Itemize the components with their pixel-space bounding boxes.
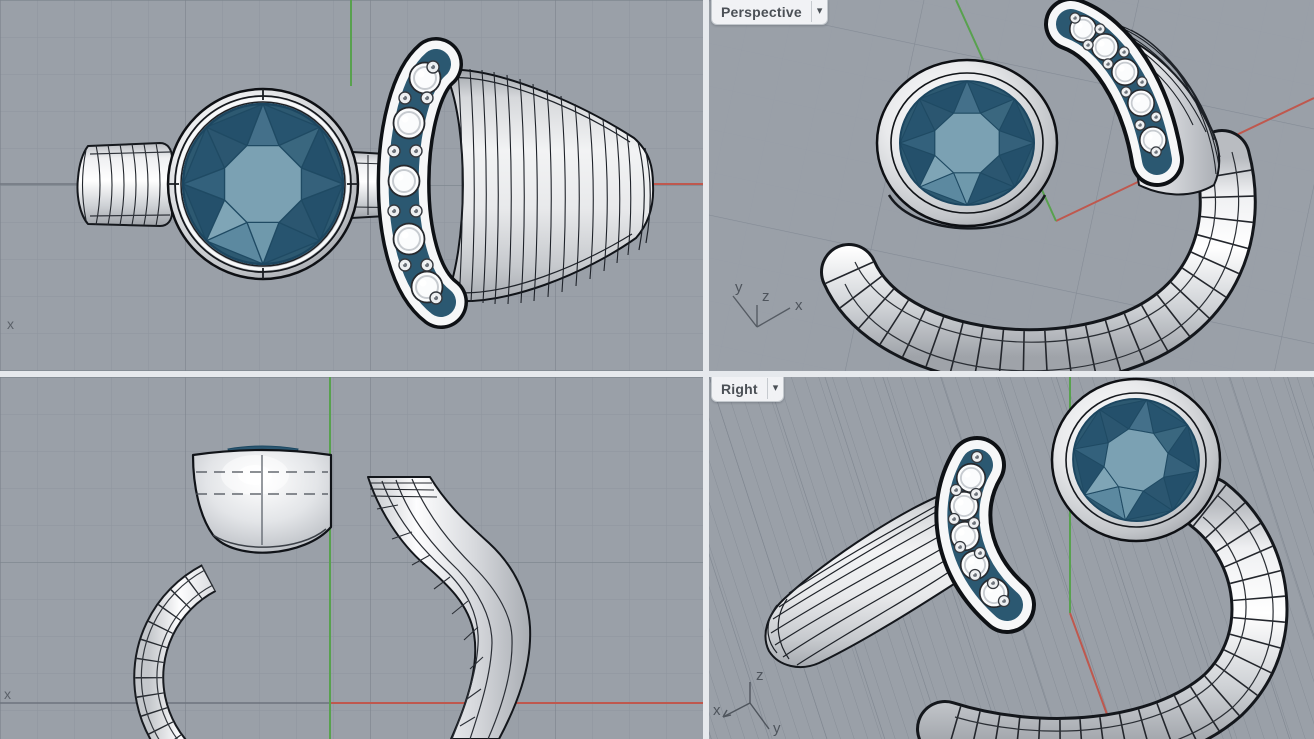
prong-bead — [1102, 58, 1114, 70]
prong-bead — [1134, 119, 1146, 131]
prong-bead — [387, 204, 401, 218]
prong-bead — [997, 594, 1011, 608]
prong-bead — [387, 144, 401, 158]
prong-bead — [398, 91, 412, 105]
gizmo-z-label: z — [762, 288, 770, 305]
grid-major — [0, 377, 703, 739]
gizmo-z-label: z — [756, 667, 764, 684]
prong-bead — [1094, 23, 1106, 35]
prong-bead — [1069, 12, 1081, 24]
prong-bead — [426, 60, 440, 74]
prong-bead — [1120, 86, 1132, 98]
gizmo-x-label: x — [713, 702, 721, 719]
prong-bead — [398, 258, 412, 272]
chevron-down-icon[interactable]: ▾ — [768, 383, 784, 394]
prong-bead — [970, 450, 984, 464]
viewport-title: Right — [721, 380, 758, 397]
prong-bead — [986, 576, 1000, 590]
prong-bead — [967, 516, 981, 530]
pave-stone — [387, 164, 421, 198]
center-gemstone — [898, 79, 1036, 207]
prong-bead — [429, 291, 443, 305]
viewport-front[interactable]: x — [0, 377, 703, 739]
prong-bead — [969, 487, 983, 501]
pave-stone — [1126, 88, 1156, 118]
ring-band-left — [76, 142, 173, 227]
gizmo-x-label: x — [795, 297, 803, 314]
prong-bead — [1150, 111, 1162, 123]
viewport-title: Perspective — [721, 3, 802, 20]
prong-bead — [409, 144, 423, 158]
center-gemstone — [181, 102, 345, 266]
gizmo-y-label: y — [735, 279, 743, 296]
viewport-perspective[interactable]: y z x Perspective ▾ — [709, 0, 1314, 371]
prong-bead — [420, 258, 434, 272]
prong-bead — [1118, 46, 1130, 58]
axis-x-label: x — [4, 686, 11, 702]
pave-stone — [1110, 57, 1140, 87]
prong-bead — [947, 512, 961, 526]
bezel-setting — [191, 445, 333, 554]
prong-bead — [1136, 76, 1148, 88]
viewport-tab-perspective[interactable]: Perspective ▾ — [711, 0, 829, 25]
prong-bead — [420, 91, 434, 105]
pave-stone — [392, 106, 426, 140]
pave-stone — [392, 222, 426, 256]
gizmo-y-label: y — [773, 720, 781, 737]
pave-stone — [1090, 32, 1120, 62]
prong-bead — [968, 568, 982, 582]
viewport-tab-right[interactable]: Right ▾ — [711, 377, 785, 402]
viewport-right[interactable]: z x y Right ▾ — [709, 377, 1314, 739]
axis-x-label: x — [7, 316, 14, 332]
prong-bead — [953, 540, 967, 554]
prong-bead — [949, 483, 963, 497]
prong-bead — [1150, 146, 1162, 158]
chevron-down-icon[interactable]: ▾ — [812, 6, 828, 17]
prong-bead — [1082, 39, 1094, 51]
prong-bead — [409, 204, 423, 218]
prong-bead — [973, 546, 987, 560]
viewport-top[interactable]: x — [0, 0, 703, 371]
